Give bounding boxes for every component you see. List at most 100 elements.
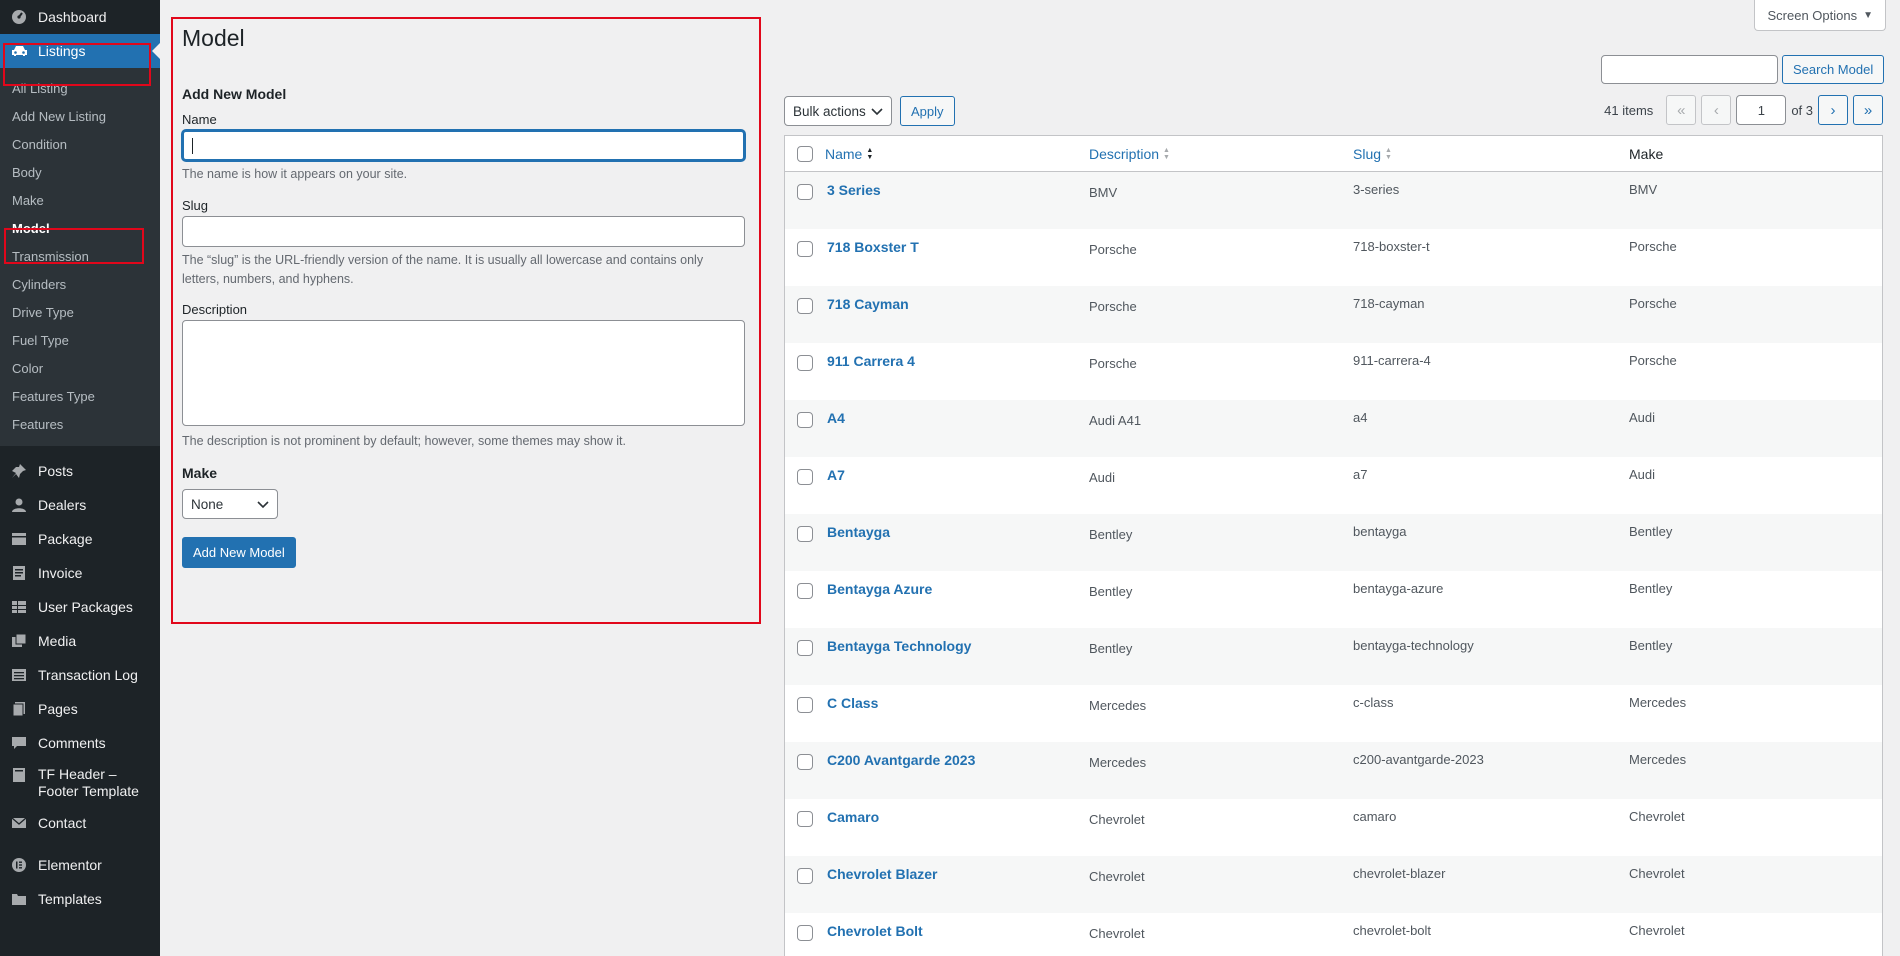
row-checkbox[interactable] — [797, 583, 813, 599]
sidebar-item-posts[interactable]: Posts — [0, 454, 160, 488]
form-heading: Add New Model — [182, 86, 287, 102]
row-checkbox[interactable] — [797, 469, 813, 485]
search-model-button[interactable]: Search Model — [1782, 55, 1885, 84]
sidebar-item-invoice[interactable]: Invoice — [0, 556, 160, 590]
model-name-link[interactable]: A4 — [825, 410, 845, 426]
row-checkbox[interactable] — [797, 925, 813, 941]
row-checkbox[interactable] — [797, 526, 813, 542]
add-new-model-button[interactable]: Add New Model — [182, 537, 296, 568]
model-name-link[interactable]: 911 Carrera 4 — [825, 353, 915, 369]
sidebar-item-tf-header-footer[interactable]: TF Header – Footer Template — [0, 760, 160, 806]
column-description-header[interactable]: Description ▲ ▼ — [1089, 146, 1170, 162]
row-checkbox[interactable] — [797, 640, 813, 656]
column-name-label: Name — [825, 145, 863, 162]
table-row: 718 Cayman Porsche 718-cayman Porsche — [785, 286, 1882, 343]
model-name-link[interactable]: Bentayga Technology — [825, 638, 971, 654]
submenu-color[interactable]: Color — [0, 354, 160, 382]
last-page-button[interactable]: » — [1853, 95, 1883, 125]
sidebar-item-elementor[interactable]: Elementor — [0, 848, 160, 882]
chevron-down-icon — [257, 497, 269, 512]
sidebar-item-label: Pages — [38, 701, 78, 717]
model-name-link[interactable]: 718 Boxster T — [825, 239, 919, 255]
submenu-drive-type[interactable]: Drive Type — [0, 298, 160, 326]
table-row: 718 Boxster T Porsche 718-boxster-t Porsche — [785, 229, 1882, 286]
row-checkbox[interactable] — [797, 412, 813, 428]
table-row: C200 Avantgarde 2023 Mercedes c200-avantga… — [785, 742, 1882, 799]
row-checkbox[interactable] — [797, 355, 813, 371]
submenu-condition[interactable]: Condition — [0, 130, 160, 158]
dashboard-icon — [10, 8, 28, 26]
row-checkbox[interactable] — [797, 241, 813, 257]
description-textarea[interactable] — [182, 320, 745, 426]
column-slug-header[interactable]: Slug ▲ ▼ — [1353, 146, 1392, 162]
model-name-link[interactable]: A7 — [825, 467, 845, 483]
submenu-add-new-listing[interactable]: Add New Listing — [0, 102, 160, 130]
sidebar-item-package[interactable]: Package — [0, 522, 160, 556]
name-input[interactable] — [182, 130, 745, 161]
sidebar-item-listings[interactable]: Listings — [0, 34, 160, 68]
model-name-link[interactable]: Chevrolet Blazer — [825, 866, 937, 882]
sidebar-item-media[interactable]: Media — [0, 624, 160, 658]
first-page-button: « — [1666, 95, 1697, 125]
model-make: Porsche — [1629, 296, 1677, 311]
column-make-header: Make — [1629, 145, 1664, 162]
model-name-link[interactable]: Bentayga — [825, 524, 890, 540]
sidebar-item-templates[interactable]: Templates — [0, 882, 160, 916]
current-page-input[interactable]: 1 — [1736, 95, 1787, 125]
sidebar-item-label: TF Header – Footer Template — [38, 766, 139, 799]
row-checkbox[interactable] — [797, 298, 813, 314]
sidebar-item-transaction-log[interactable]: Transaction Log — [0, 658, 160, 692]
model-name-link[interactable]: Bentayga Azure — [825, 581, 932, 597]
model-name-link[interactable]: C200 Avantgarde 2023 — [825, 752, 975, 768]
model-name-link[interactable]: 3 Series — [825, 182, 881, 198]
select-all-checkbox[interactable] — [797, 145, 813, 162]
model-slug: bentayga-azure — [1353, 581, 1444, 596]
model-description: Bentley — [1089, 527, 1133, 542]
make-select[interactable]: None — [182, 489, 278, 519]
row-checkbox[interactable] — [797, 811, 813, 827]
model-make: Porsche — [1629, 353, 1677, 368]
total-pages: of 3 — [1791, 102, 1813, 118]
row-checkbox[interactable] — [797, 697, 813, 713]
column-name-header[interactable]: Name ▲ ▼ — [825, 146, 873, 162]
model-name-link[interactable]: Chevrolet Bolt — [825, 923, 923, 939]
submenu-all-listing[interactable]: All Listing — [0, 74, 160, 102]
sidebar-item-contact[interactable]: Contact — [0, 806, 160, 840]
model-make: Chevrolet — [1629, 923, 1685, 938]
submenu-features-type[interactable]: Features Type — [0, 382, 160, 410]
sidebar-item-pages[interactable]: Pages — [0, 692, 160, 726]
sort-icon: ▲ ▼ — [866, 146, 874, 161]
sidebar-item-label: Media — [38, 633, 77, 649]
bulk-actions-select[interactable]: Bulk actions — [784, 96, 892, 126]
model-make: Mercedes — [1629, 752, 1687, 767]
model-description: Bentley — [1089, 584, 1133, 599]
submenu-transmission[interactable]: Transmission — [0, 242, 160, 270]
table-row: A7 Audi a7 Audi — [785, 457, 1882, 514]
search-input[interactable] — [1601, 55, 1778, 84]
row-checkbox[interactable] — [797, 754, 813, 770]
sidebar-item-user-packages[interactable]: User Packages — [0, 590, 160, 624]
sidebar-item-label: Elementor — [38, 857, 102, 873]
sidebar-item-dashboard[interactable]: Dashboard — [0, 0, 160, 34]
model-make: Chevrolet — [1629, 866, 1685, 881]
model-name-link[interactable]: 718 Cayman — [825, 296, 909, 312]
slug-input[interactable] — [182, 216, 745, 247]
submenu-fuel-type[interactable]: Fuel Type — [0, 326, 160, 354]
row-checkbox[interactable] — [797, 868, 813, 884]
submenu-make[interactable]: Make — [0, 186, 160, 214]
sidebar-item-comments[interactable]: Comments — [0, 726, 160, 760]
submenu-body[interactable]: Body — [0, 158, 160, 186]
model-slug: 3-series — [1353, 182, 1400, 197]
submenu-cylinders[interactable]: Cylinders — [0, 270, 160, 298]
model-slug: 911-carrera-4 — [1353, 353, 1431, 368]
submenu-model[interactable]: Model — [0, 214, 160, 242]
submenu-features[interactable]: Features — [0, 410, 160, 438]
model-name-link[interactable]: Camaro — [825, 809, 879, 825]
model-name-link[interactable]: C Class — [825, 695, 878, 711]
sidebar-item-dealers[interactable]: Dealers — [0, 488, 160, 522]
screen-options-button[interactable]: Screen Options ▼ — [1754, 0, 1886, 31]
apply-button[interactable]: Apply — [900, 96, 955, 126]
sidebar-item-label: Templates — [38, 891, 102, 907]
row-checkbox[interactable] — [797, 184, 813, 200]
next-page-button[interactable]: › — [1818, 95, 1848, 125]
